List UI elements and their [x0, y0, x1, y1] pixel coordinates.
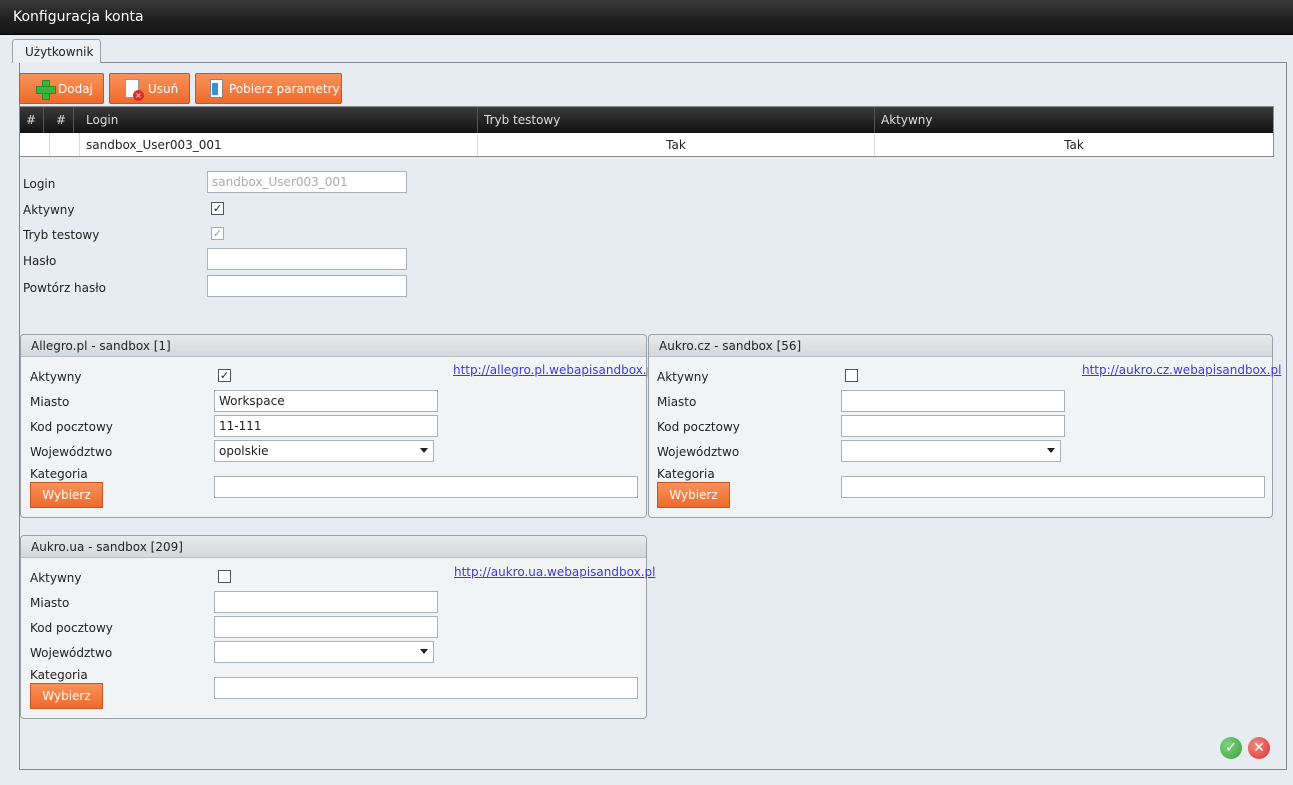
site-category-label: Kategoria: [657, 467, 715, 481]
column-header-num1[interactable]: #: [20, 107, 44, 133]
tab-label: Użytkownik: [25, 45, 94, 59]
site-city-label: Miasto: [30, 596, 70, 610]
site-zip-field[interactable]: [214, 415, 438, 437]
add-button-label: Dodaj: [58, 82, 93, 96]
tab-uzytkownik[interactable]: Użytkownik: [12, 39, 101, 63]
table-row[interactable]: sandbox_User003_001 Tak Tak: [20, 133, 1273, 156]
site-region-select[interactable]: [841, 440, 1061, 462]
site-region-label: Województwo: [30, 445, 113, 459]
close-icon: ✕: [1253, 740, 1265, 756]
cancel-button[interactable]: ✕: [1248, 737, 1270, 759]
password-label: Hasło: [23, 254, 57, 268]
site-region-value: opolskie: [219, 444, 269, 458]
chevron-down-icon: [420, 649, 428, 654]
section-title: Aukro.cz - sandbox [56]: [649, 335, 1272, 357]
column-header-login[interactable]: Login: [80, 107, 478, 133]
site-category-label: Kategoria: [30, 668, 88, 682]
site-city-label: Miasto: [657, 395, 697, 409]
site-category-field[interactable]: [841, 476, 1265, 498]
window-titlebar: Konfiguracja konta: [0, 0, 1293, 35]
site-active-checkbox[interactable]: ✓: [218, 369, 231, 382]
site-active-label: Aktywny: [657, 370, 709, 384]
table-cell-num1: [20, 133, 50, 156]
password-field[interactable]: [207, 248, 407, 270]
site-zip-field[interactable]: [841, 415, 1065, 437]
fetch-params-label: Pobierz parametry: [229, 82, 340, 96]
chevron-down-icon: [1047, 448, 1055, 453]
confirm-button[interactable]: ✓: [1220, 737, 1242, 759]
site-zip-label: Kod pocztowy: [30, 621, 113, 635]
site-zip-label: Kod pocztowy: [30, 420, 113, 434]
site-active-checkbox[interactable]: [218, 570, 231, 583]
section-title: Allegro.pl - sandbox [1]: [21, 335, 646, 357]
site-city-field[interactable]: [214, 390, 438, 412]
site-region-select[interactable]: [214, 641, 434, 663]
remove-button-label: Usuń: [148, 82, 179, 96]
check-icon: ✓: [1225, 740, 1237, 756]
window-title: Konfiguracja konta: [13, 9, 144, 25]
login-field[interactable]: [207, 171, 407, 193]
site-city-field[interactable]: [214, 591, 438, 613]
site-region-label: Województwo: [657, 445, 740, 459]
chevron-down-icon: [420, 448, 428, 453]
site-link-aukro-ua[interactable]: http://aukro.ua.webapisandbox.pl: [454, 565, 655, 579]
column-header-test-mode[interactable]: Tryb testowy: [478, 107, 875, 133]
site-link-allegro[interactable]: http://allegro.pl.webapisandbox.pl: [453, 363, 658, 377]
site-active-checkbox[interactable]: [845, 369, 858, 382]
login-label: Login: [23, 177, 56, 191]
site-category-field[interactable]: [214, 476, 638, 498]
site-region-label: Województwo: [30, 646, 113, 660]
document-icon: [210, 79, 223, 98]
column-header-num2[interactable]: #: [50, 107, 74, 133]
choose-category-button[interactable]: Wybierz: [30, 683, 103, 709]
choose-category-button[interactable]: Wybierz: [30, 482, 103, 508]
site-category-label: Kategoria: [30, 467, 88, 481]
site-active-label: Aktywny: [30, 370, 82, 384]
active-label: Aktywny: [23, 203, 75, 217]
test-mode-label: Tryb testowy: [23, 228, 100, 242]
site-zip-label: Kod pocztowy: [657, 420, 740, 434]
remove-button[interactable]: × Usuń: [109, 73, 190, 104]
fetch-params-button[interactable]: Pobierz parametry: [195, 73, 342, 104]
add-button[interactable]: Dodaj: [19, 73, 104, 104]
choose-category-button[interactable]: Wybierz: [657, 482, 730, 508]
site-link-aukro-cz[interactable]: http://aukro.cz.webapisandbox.pl: [1082, 363, 1281, 377]
repeat-password-field[interactable]: [207, 275, 407, 297]
test-mode-checkbox[interactable]: ✓: [211, 227, 224, 240]
site-category-field[interactable]: [214, 677, 638, 699]
repeat-password-label: Powtórz hasło: [23, 281, 107, 295]
table-cell-num2: [50, 133, 80, 156]
section-title: Aukro.ua - sandbox [209]: [21, 536, 646, 558]
site-region-select[interactable]: opolskie: [214, 440, 434, 462]
site-city-label: Miasto: [30, 395, 70, 409]
column-header-active[interactable]: Aktywny: [875, 107, 1273, 133]
accounts-table: # # Login Tryb testowy Aktywny sandbox_U…: [19, 106, 1274, 157]
plus-icon: [36, 80, 56, 100]
table-cell-login: sandbox_User003_001: [80, 133, 478, 156]
delete-document-icon: ×: [125, 79, 144, 101]
table-cell-test-mode: Tak: [478, 133, 875, 156]
active-checkbox[interactable]: ✓: [211, 202, 224, 215]
table-header: # # Login Tryb testowy Aktywny: [20, 107, 1273, 133]
site-city-field[interactable]: [841, 390, 1065, 412]
table-cell-active: Tak: [1064, 138, 1084, 152]
site-zip-field[interactable]: [214, 616, 438, 638]
site-active-label: Aktywny: [30, 571, 82, 585]
